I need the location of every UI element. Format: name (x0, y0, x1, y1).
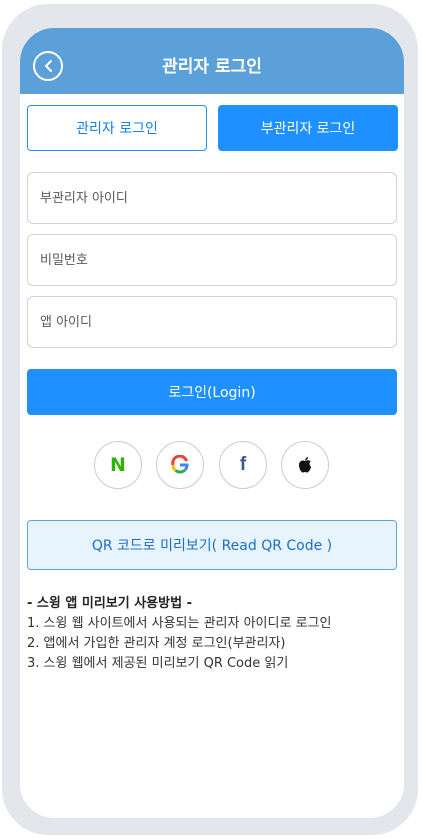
login-button[interactable]: 로그인(Login) (27, 369, 397, 415)
qr-preview-button[interactable]: QR 코드로 미리보기( Read QR Code ) (27, 520, 397, 570)
app-screen: 관리자 로그인 관리자 로그인 부관리자 로그인 로그인(Login) N f (20, 28, 404, 818)
tab-admin-login[interactable]: 관리자 로그인 (27, 105, 207, 151)
google-login-button[interactable] (156, 441, 204, 489)
page-title: 관리자 로그인 (162, 57, 262, 77)
facebook-icon: f (239, 454, 247, 475)
apple-login-button[interactable] (281, 441, 329, 489)
sub-admin-id-input[interactable] (27, 172, 397, 224)
guide-step: 1. 스윙 웹 사이트에서 사용되는 관리자 아이디로 로그인 (27, 616, 332, 631)
usage-guide: - 스윙 앱 미리보기 사용방법 - 1. 스윙 웹 사이트에서 사용되는 관리… (27, 593, 397, 674)
app-header: 관리자 로그인 (20, 28, 404, 94)
apple-icon (299, 457, 311, 473)
naver-icon: N (110, 454, 126, 476)
guide-step: 3. 스윙 웹에서 제공된 미리보기 QR Code 읽기 (27, 656, 289, 671)
app-id-input[interactable] (27, 296, 397, 348)
google-icon (171, 455, 189, 474)
phone-frame: 관리자 로그인 관리자 로그인 부관리자 로그인 로그인(Login) N f (2, 4, 418, 835)
guide-step: 2. 앱에서 가입한 관리자 계정 로그인(부관리자) (27, 636, 286, 651)
password-input[interactable] (27, 234, 397, 286)
tab-sub-admin-login[interactable]: 부관리자 로그인 (218, 105, 398, 151)
guide-title: - 스윙 앱 미리보기 사용방법 - (27, 596, 192, 611)
naver-login-button[interactable]: N (94, 441, 142, 489)
facebook-login-button[interactable]: f (219, 441, 267, 489)
